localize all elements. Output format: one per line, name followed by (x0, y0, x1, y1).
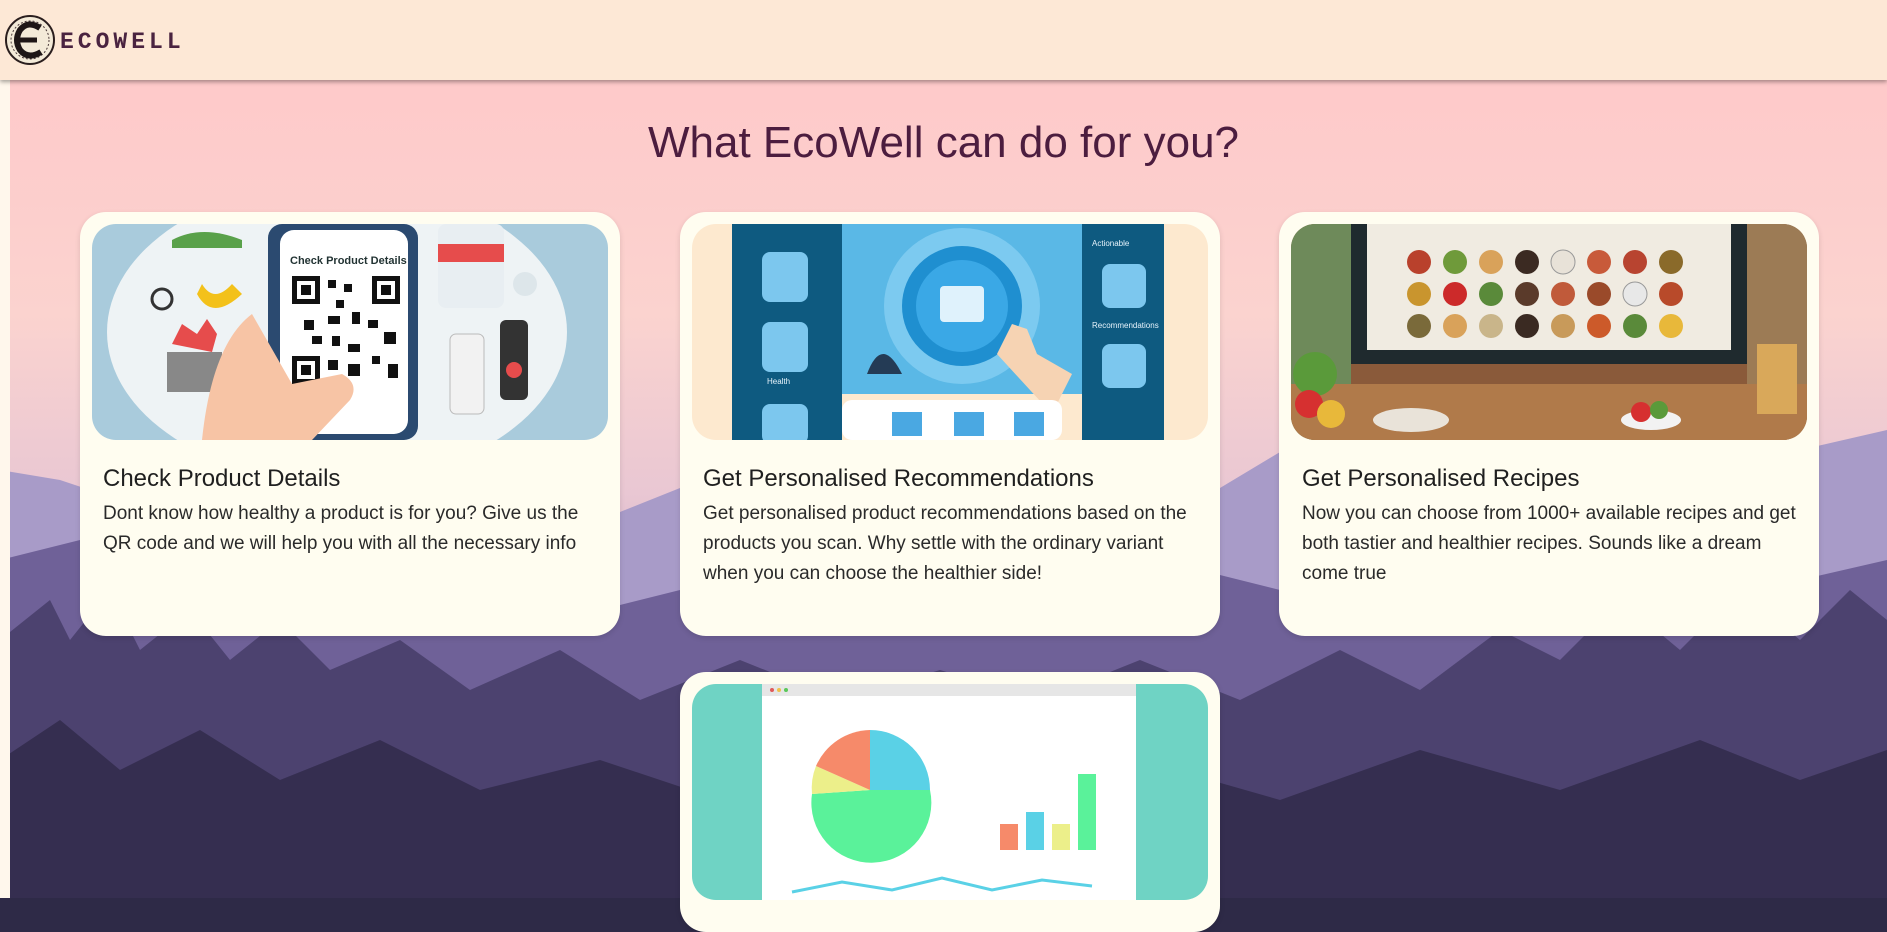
recommendations-image: Actionable Recommendations Health (692, 224, 1208, 440)
ecowell-logo-icon (5, 15, 55, 65)
top-navbar: ECOWELL (0, 0, 1887, 80)
feature-card-recommendations[interactable]: Actionable Recommendations Health Get Pe… (680, 212, 1220, 636)
card-title: Get Personalised Recommendations (703, 465, 1094, 492)
card-description: Get personalised product recommendations… (703, 503, 1187, 584)
analytics-image (692, 684, 1208, 900)
image-label-actionable: Actionable (1092, 239, 1130, 248)
left-edge-strip (0, 80, 10, 898)
image-label: Check Product Details (290, 255, 407, 267)
card-description: Now you can choose from 1000+ available … (1302, 503, 1796, 584)
brand-name: ECOWELL (60, 29, 185, 55)
card-title: Check Product Details (103, 465, 341, 492)
card-description: Dont know how healthy a product is for y… (103, 503, 579, 554)
brand-link[interactable]: ECOWELL (4, 12, 185, 68)
qr-code-icon (292, 276, 400, 384)
section-heading: What EcoWell can do for you? (647, 118, 1240, 167)
feature-card-analytics[interactable] (680, 672, 1220, 932)
image-label-recommendations: Recommendations (1092, 321, 1159, 330)
card-title: Get Personalised Recipes (1302, 465, 1580, 492)
recipes-image (1291, 224, 1807, 440)
product-details-image: Check Product Details (92, 224, 608, 440)
feature-card-recipes[interactable]: Get Personalised Recipes Now you can cho… (1279, 212, 1819, 636)
image-label-health: Health (767, 377, 790, 386)
feature-card-product-details[interactable]: Check Product Details Check Product Deta… (80, 212, 620, 636)
pie-chart-icon (811, 730, 932, 863)
